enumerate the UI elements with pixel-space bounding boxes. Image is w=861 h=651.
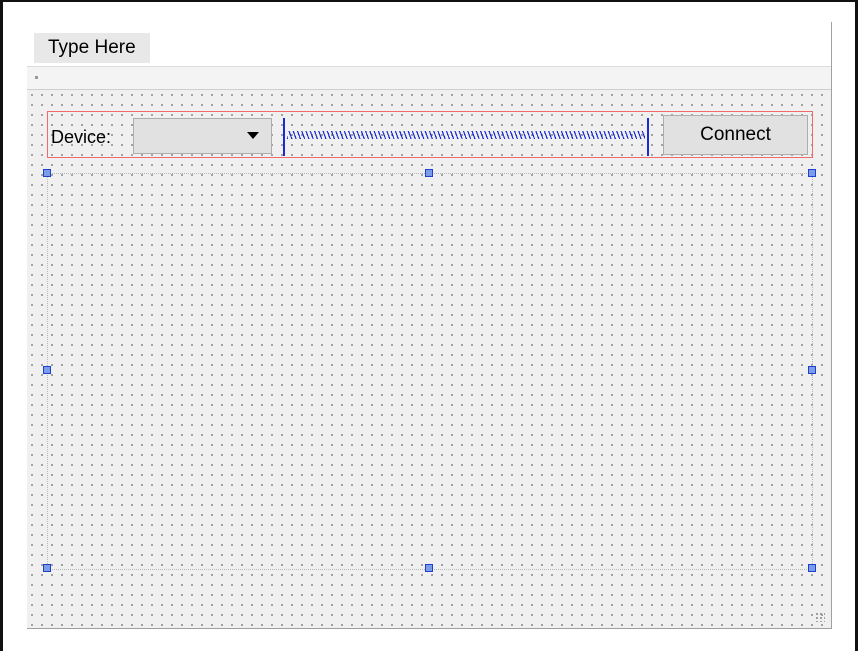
selection-rectangle (47, 173, 813, 570)
resize-handle-bottom-right[interactable] (808, 564, 816, 572)
size-grip-icon[interactable] (815, 612, 825, 622)
toolbar-handle-icon[interactable] (35, 76, 38, 79)
toolbar-area (27, 66, 831, 90)
resize-handle-top-left[interactable] (43, 169, 51, 177)
combo-arrow-icon (247, 132, 259, 139)
spacer-right-end (647, 118, 649, 156)
form-window: Type Here Device: Connect (27, 22, 832, 629)
resize-handle-middle-left[interactable] (43, 366, 51, 374)
device-label: Device: (51, 127, 112, 147)
device-combo-box[interactable] (133, 118, 272, 154)
connect-button[interactable]: Connect (663, 115, 808, 155)
resize-handle-middle-right[interactable] (808, 366, 816, 374)
resize-handle-bottom-center[interactable] (425, 564, 433, 572)
horizontal-spacer[interactable] (283, 118, 650, 158)
menu-item-type-here[interactable]: Type Here (34, 33, 150, 63)
menubar: Type Here (27, 22, 831, 66)
form-canvas[interactable]: Device: Connect (27, 90, 831, 628)
spacer-spring-icon (287, 131, 645, 139)
resize-handle-bottom-left[interactable] (43, 564, 51, 572)
resize-handle-top-center[interactable] (425, 169, 433, 177)
spacer-left-end (283, 118, 285, 156)
resize-handle-top-right[interactable] (808, 169, 816, 177)
